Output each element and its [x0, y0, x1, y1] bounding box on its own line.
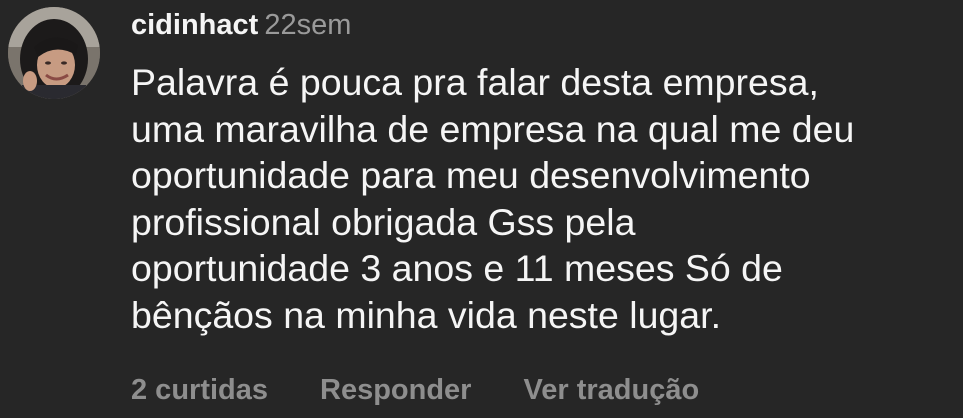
comment-text-line: Palavra é pouca pra falar desta empresa,: [131, 61, 819, 103]
avatar-photo: [8, 7, 100, 99]
comment-header: cidinhact 22sem: [131, 5, 351, 45]
username-link[interactable]: cidinhact: [131, 9, 258, 41]
comment-text-line: oportunidade para meu desenvolvimento: [131, 154, 811, 196]
reply-button[interactable]: Responder: [320, 366, 471, 414]
comment-text-line: bênçãos na minha vida neste lugar.: [131, 293, 721, 336]
comment-text: Palavra é pouca pra falar desta empresa,…: [131, 59, 961, 338]
comment-time: 22sem: [264, 9, 352, 41]
comment: cidinhact 22sem Palavra é pouca pra falar…: [0, 0, 963, 418]
avatar[interactable]: [8, 7, 100, 99]
likes-count-button[interactable]: 2 curtidas: [131, 366, 268, 414]
comment-actions: 2 curtidas Responder Ver tradução: [131, 366, 699, 414]
comment-text-line: oportunidade 3 anos e 11 meses Só de: [131, 247, 783, 289]
comment-text-line: uma maravilha de empresa na qual me deu: [131, 107, 855, 150]
see-translation-button[interactable]: Ver tradução: [523, 366, 699, 414]
comment-text-line: profissional obrigada Gss pela: [131, 200, 636, 243]
